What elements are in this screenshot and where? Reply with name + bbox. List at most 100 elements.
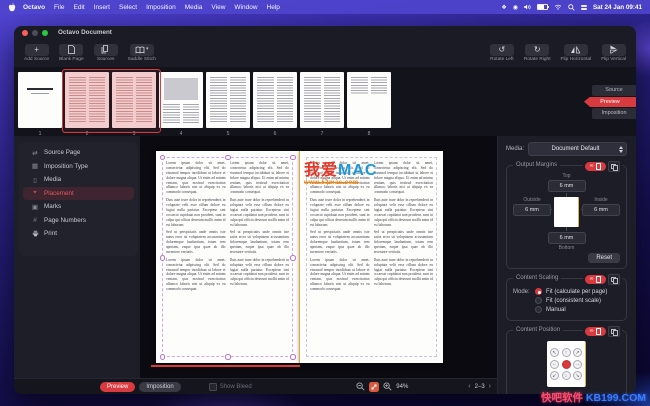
control-center-icon[interactable] — [580, 4, 587, 10]
media-popup[interactable]: Document Default — [528, 142, 627, 156]
resize-handle[interactable] — [225, 354, 231, 360]
bottom-tab-imposition[interactable]: Imposition — [139, 381, 181, 392]
battery-icon[interactable] — [536, 3, 549, 11]
thumbnail-image[interactable] — [159, 72, 203, 128]
position-right-button[interactable]: → — [573, 359, 582, 369]
sidebar-item-marks[interactable]: ▣ Marks — [23, 200, 134, 214]
resize-handle[interactable] — [159, 255, 165, 261]
menu-item-help[interactable]: Help — [267, 4, 280, 11]
menu-item-select[interactable]: Select — [119, 4, 137, 11]
thumbnail-page-7[interactable]: 7 — [300, 72, 344, 137]
volume-icon[interactable] — [523, 4, 531, 10]
thumbnail-image[interactable] — [300, 72, 344, 128]
thumbnail-page-6[interactable]: 6 — [253, 72, 297, 137]
thumbnail-image[interactable] — [206, 72, 250, 128]
thumbnail-image[interactable] — [253, 72, 297, 128]
resize-handle[interactable] — [159, 154, 165, 160]
flip-vertical-button[interactable]: Flip Vertical — [601, 43, 626, 62]
menu-bar-clock[interactable]: Sat 24 Jan 09:41 — [593, 4, 642, 11]
thumbnail-page-2[interactable]: 2 — [65, 72, 109, 137]
link-scaling-toggle[interactable]: ∞ — [585, 275, 606, 284]
menu-item-window[interactable]: Window — [234, 4, 257, 11]
zoom-out-button[interactable] — [356, 382, 365, 391]
link-margins-toggle[interactable]: ∞ — [585, 162, 606, 171]
sidebar-item-print[interactable]: Print — [23, 227, 134, 241]
menu-item-octavo[interactable]: Octavo — [23, 4, 45, 11]
record-icon[interactable]: ◉ — [513, 4, 518, 11]
copy-settings-button[interactable] — [608, 274, 620, 285]
show-bleed-checkbox[interactable] — [208, 382, 217, 391]
radio-fit-per-page[interactable] — [535, 288, 542, 295]
wifi-icon[interactable] — [554, 4, 562, 10]
position-bottom-right-button[interactable]: ↘ — [573, 371, 582, 380]
copy-settings-button[interactable] — [608, 161, 620, 172]
tab-source[interactable]: Source — [592, 85, 636, 96]
thumbnail-page-1[interactable]: 1 — [18, 72, 62, 137]
thumbnail-image[interactable] — [65, 72, 109, 128]
close-window-button[interactable] — [22, 29, 28, 36]
position-top-right-button[interactable]: ↗ — [573, 348, 582, 357]
menu-item-file[interactable]: File — [54, 4, 64, 11]
menu-item-imposition[interactable]: Imposition — [146, 4, 176, 11]
sources-button[interactable]: Sources — [93, 43, 118, 62]
menu-item-insert[interactable]: Insert — [94, 4, 110, 11]
thumbnail-page-5[interactable]: 5 — [206, 72, 250, 137]
sidebar-item-placement[interactable]: ⌖ Placement — [23, 186, 134, 200]
flip-horizontal-button[interactable]: Flip Horizontal — [561, 43, 591, 62]
position-bottom-left-button[interactable]: ↙ — [550, 371, 559, 380]
add-source-button[interactable]: + Add Source — [24, 43, 49, 62]
zoom-in-button[interactable] — [383, 382, 392, 391]
menu-item-media[interactable]: Media — [185, 4, 203, 11]
thumbnail-page-8[interactable]: 8 — [347, 72, 391, 137]
position-left-button[interactable]: ← — [550, 359, 559, 369]
position-center-button[interactable] — [561, 359, 571, 369]
resize-handle[interactable] — [225, 154, 231, 160]
next-spread-button[interactable]: › — [489, 383, 491, 390]
rotate-left-button[interactable]: ↺ Rotate Left — [489, 43, 514, 62]
bottom-tab-preview[interactable]: Preview — [100, 381, 136, 392]
preview-canvas[interactable]: Lorem ipsum dolor sit amet, consectetur … — [140, 136, 497, 379]
resize-handle[interactable] — [159, 354, 165, 360]
previous-spread-button[interactable]: ‹ — [468, 383, 470, 390]
margin-box-selected[interactable]: Lorem ipsum dolor sit amet, consectetur … — [162, 157, 293, 357]
left-page[interactable]: Lorem ipsum dolor sit amet, consectetur … — [156, 151, 299, 363]
sidebar-item-source-page[interactable]: ⇄ Source Page — [23, 146, 134, 160]
bottom-margin-field[interactable]: 6 mm — [547, 232, 586, 244]
thumbnail-page-3[interactable]: 3 — [112, 72, 156, 137]
tab-preview[interactable]: Preview — [584, 96, 636, 107]
resize-handle[interactable] — [290, 154, 296, 160]
dropbox-icon[interactable]: ❖ — [501, 4, 506, 11]
copy-settings-button[interactable] — [608, 326, 620, 337]
thumbnail-image[interactable] — [18, 72, 62, 128]
zoom-to-fit-button[interactable] — [369, 381, 380, 392]
rotate-right-button[interactable]: ↻ Rotate Right — [524, 43, 551, 62]
position-top-left-button[interactable]: ↖ — [550, 348, 559, 357]
sidebar-item-media[interactable]: ▯ Media — [23, 173, 134, 187]
reset-margins-button[interactable]: Reset — [588, 253, 620, 263]
position-bottom-button[interactable]: ↓ — [561, 371, 571, 380]
apple-menu-icon[interactable] — [8, 2, 16, 12]
thumbnail-page-4[interactable]: 4 — [159, 72, 203, 137]
sidebar-item-page-numbers[interactable]: # Page Numbers — [23, 214, 134, 228]
resize-handle[interactable] — [290, 354, 296, 360]
toolbar: + Add Source Blank Page Sources ▾ Saddle… — [14, 39, 636, 67]
thumbnail-image[interactable] — [112, 72, 156, 128]
blank-page-button[interactable]: Blank Page — [59, 43, 84, 62]
tab-imposition[interactable]: Imposition — [592, 108, 636, 119]
top-margin-field[interactable]: 6 mm — [547, 180, 586, 192]
menu-item-edit[interactable]: Edit — [74, 4, 85, 11]
radio-fit-consistent[interactable] — [535, 297, 542, 304]
sidebar-item-imposition-type[interactable]: ▦ Imposition Type — [23, 160, 134, 174]
outside-margin-field[interactable]: 6 mm — [513, 204, 551, 216]
minimize-window-button[interactable] — [32, 29, 38, 36]
position-top-button[interactable]: ↑ — [561, 348, 571, 357]
zoom-window-button[interactable] — [42, 29, 48, 36]
resize-handle[interactable] — [290, 255, 296, 261]
inside-margin-field[interactable]: 6 mm — [582, 204, 620, 216]
saddle-stitch-button[interactable]: ▾ Saddle Stitch — [128, 43, 156, 62]
search-icon[interactable] — [568, 3, 575, 11]
menu-item-view[interactable]: View — [211, 4, 225, 11]
thumbnail-image[interactable] — [347, 72, 391, 128]
radio-manual[interactable] — [535, 306, 542, 313]
link-position-toggle[interactable]: ∞ — [585, 327, 606, 336]
